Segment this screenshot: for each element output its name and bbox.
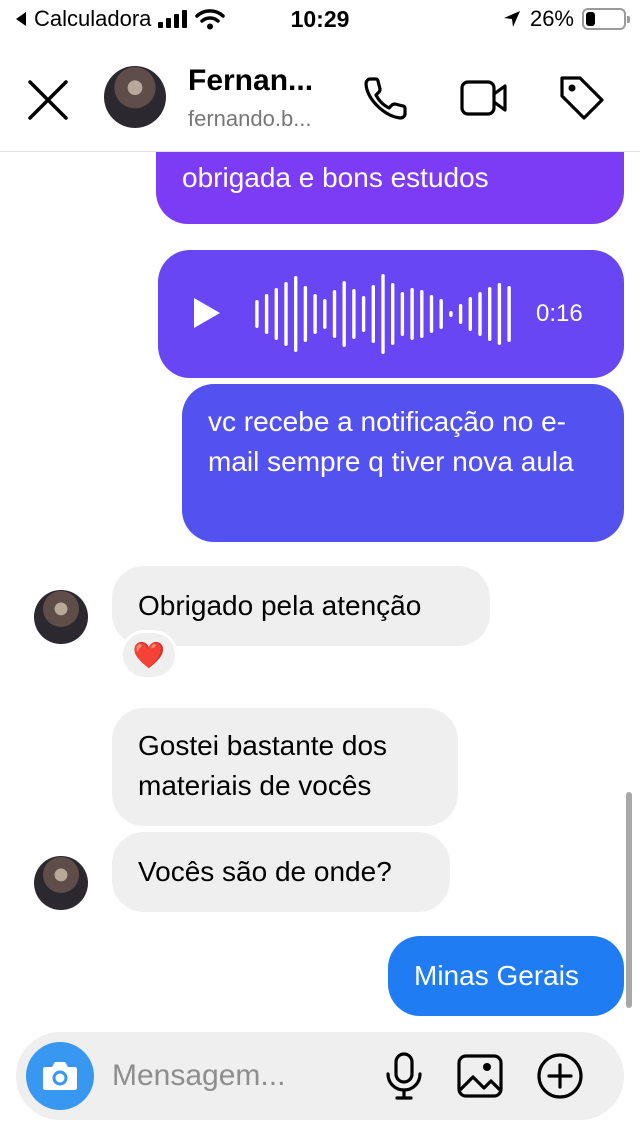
video-camera-icon[interactable]: [458, 72, 510, 124]
battery-percent: 26%: [529, 6, 574, 31]
chat-header: Fernan... fernando.b...: [0, 40, 640, 152]
waveform-bar: [429, 295, 434, 333]
waveform-bar: [488, 287, 492, 341]
audio-waveform: [255, 274, 511, 354]
waveform-bar: [332, 290, 337, 338]
waveform-bar: [497, 283, 502, 345]
waveform-bar: [478, 292, 482, 336]
message-text: Vocês são de onde?: [138, 856, 392, 887]
reaction-badge[interactable]: ❤️: [120, 630, 178, 680]
waveform-bar: [410, 288, 414, 340]
waveform-bar: [371, 285, 375, 343]
back-app-label: Calculadora: [34, 6, 152, 31]
message-text: obrigada e bons estudos: [182, 162, 489, 193]
waveform-bar: [284, 282, 288, 346]
contact-avatar[interactable]: [104, 66, 166, 128]
waveform-bar: [342, 281, 346, 347]
play-icon[interactable]: [192, 296, 222, 330]
message-bubble-incoming[interactable]: Gostei bastante dos materiais de vocês: [112, 708, 458, 826]
waveform-bar: [361, 296, 366, 332]
waveform-bar: [420, 290, 424, 338]
waveform-bar: [255, 300, 259, 328]
plus-circle-icon[interactable]: [534, 1050, 586, 1102]
back-to-app[interactable]: Calculadora: [14, 6, 226, 32]
waveform-bar: [303, 286, 308, 342]
back-triangle-icon: [16, 12, 26, 26]
sender-avatar[interactable]: [34, 856, 88, 910]
heart-reaction: ❤️: [132, 640, 166, 670]
message-bubble-outgoing[interactable]: Minas Gerais: [388, 936, 624, 1016]
audio-duration: 0:16: [536, 300, 583, 327]
camera-icon: [43, 1062, 77, 1090]
camera-button[interactable]: [26, 1042, 94, 1110]
waveform-bar: [468, 297, 472, 331]
status-bar: Calculadora 10:29 26%: [0, 0, 640, 40]
message-text: Minas Gerais: [414, 960, 579, 991]
waveform-bar: [449, 311, 453, 317]
phone-icon[interactable]: [360, 72, 412, 124]
sender-avatar[interactable]: [34, 590, 88, 644]
location-arrow-icon: [503, 11, 520, 27]
close-icon[interactable]: [22, 74, 74, 126]
message-text: Obrigado pela atenção: [138, 590, 422, 621]
waveform-bar: [294, 276, 298, 352]
waveform-bar: [439, 299, 443, 329]
waveform-bar: [264, 294, 269, 334]
battery-level: [586, 12, 595, 26]
waveform-bar: [391, 283, 395, 345]
message-text: vc recebe a notificação no e-mail sempre…: [208, 406, 574, 477]
status-right: 26%: [502, 6, 630, 32]
waveform-bar: [313, 294, 317, 334]
waveform-bar: [458, 304, 463, 324]
message-bubble-outgoing[interactable]: vc recebe a notificação no e-mail sempre…: [182, 384, 624, 542]
message-bubble-incoming[interactable]: Obrigado pela atenção: [112, 566, 490, 646]
waveform-bar: [274, 288, 278, 340]
waveform-bar: [507, 286, 511, 342]
contact-username[interactable]: fernando.b...: [188, 106, 312, 132]
voice-message-bubble[interactable]: 0:16: [158, 250, 624, 378]
message-input[interactable]: [112, 1052, 372, 1100]
message-bubble-incoming[interactable]: Vocês são de onde?: [112, 832, 450, 912]
microphone-icon[interactable]: [378, 1050, 430, 1102]
cellular-signal-icon: [158, 10, 188, 28]
wifi-icon: [195, 9, 226, 30]
waveform-bar: [323, 299, 327, 329]
tag-icon[interactable]: [556, 72, 608, 124]
contact-name[interactable]: Fernan...: [188, 64, 313, 98]
message-composer: [16, 1032, 624, 1120]
scrollbar[interactable]: [626, 792, 632, 1008]
message-list[interactable]: obrigada e bons estudos 0:16 vc recebe a…: [0, 152, 640, 1032]
waveform-bar: [352, 289, 356, 339]
image-icon[interactable]: [454, 1050, 506, 1102]
waveform-bar: [381, 274, 385, 354]
battery-icon: [582, 8, 630, 30]
waveform-bar: [400, 292, 405, 336]
message-bubble-outgoing[interactable]: obrigada e bons estudos: [156, 152, 624, 224]
message-text: Gostei bastante dos materiais de vocês: [138, 730, 388, 801]
